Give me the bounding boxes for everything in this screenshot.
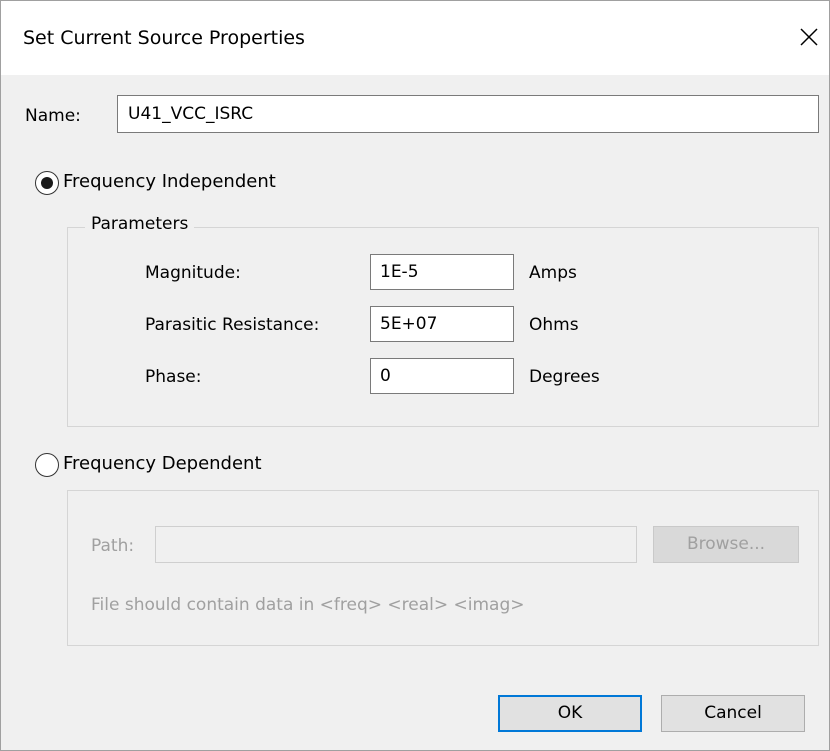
file-format-hint: File should contain data in <freq> <real…	[91, 595, 525, 615]
frequency-dependent-group	[67, 490, 819, 646]
cancel-button[interactable]: Cancel	[661, 695, 805, 732]
magnitude-unit: Amps	[529, 263, 577, 283]
parasitic-resistance-unit: Ohms	[529, 315, 579, 335]
parasitic-resistance-input[interactable]	[370, 306, 514, 342]
radio-selected-dot	[41, 177, 53, 189]
parasitic-resistance-label: Parasitic Resistance:	[145, 315, 320, 335]
frequency-dependent-label[interactable]: Frequency Dependent	[63, 453, 262, 474]
phase-input[interactable]	[370, 358, 514, 394]
phase-label: Phase:	[145, 367, 202, 387]
dialog-title: Set Current Source Properties	[23, 27, 305, 49]
frequency-independent-radio[interactable]	[35, 171, 59, 195]
path-label: Path:	[91, 536, 135, 556]
title-bar: Set Current Source Properties	[1, 1, 829, 75]
name-label: Name:	[25, 106, 81, 126]
ok-button[interactable]: OK	[498, 695, 642, 732]
close-button[interactable]	[789, 17, 829, 57]
frequency-dependent-radio[interactable]	[35, 453, 59, 477]
browse-button[interactable]: Browse...	[653, 526, 799, 563]
phase-unit: Degrees	[529, 367, 600, 387]
magnitude-label: Magnitude:	[145, 263, 241, 283]
magnitude-input[interactable]	[370, 254, 514, 290]
close-icon	[800, 28, 818, 46]
path-input[interactable]	[155, 526, 637, 563]
name-input[interactable]	[117, 95, 819, 133]
parameters-group-title: Parameters	[85, 214, 195, 234]
dialog-window: Set Current Source Properties Name: Freq…	[0, 0, 830, 751]
frequency-independent-label[interactable]: Frequency Independent	[63, 171, 276, 192]
